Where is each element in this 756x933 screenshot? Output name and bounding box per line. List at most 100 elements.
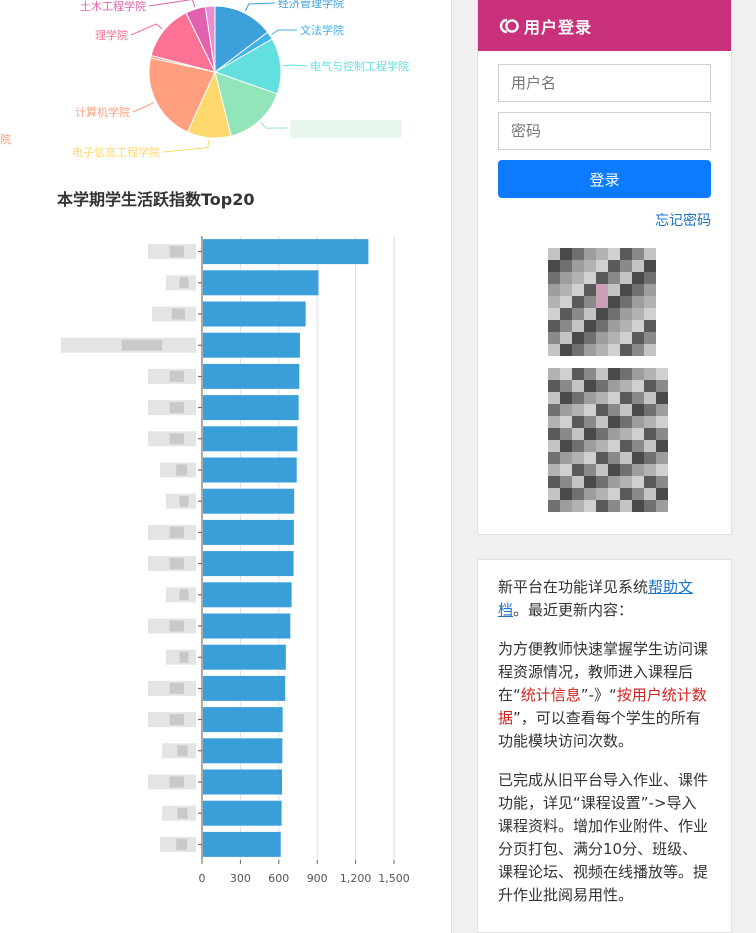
qr-cell bbox=[608, 440, 620, 452]
bar[interactable] bbox=[203, 738, 283, 764]
bar[interactable] bbox=[203, 613, 291, 639]
qr-cell bbox=[596, 308, 608, 320]
bar[interactable] bbox=[203, 301, 306, 327]
qr-cell bbox=[644, 404, 656, 416]
pie-label-line bbox=[260, 121, 288, 129]
qr-cell bbox=[548, 296, 560, 308]
bar[interactable] bbox=[203, 426, 298, 452]
qr-cell bbox=[560, 368, 572, 380]
qr-cell bbox=[584, 368, 596, 380]
qr-cell bbox=[560, 392, 572, 404]
qr-cell bbox=[560, 260, 572, 272]
qr-cell bbox=[548, 368, 560, 380]
x-tick-label: 1,200 bbox=[340, 872, 372, 885]
qr-cell bbox=[584, 380, 596, 392]
bar[interactable] bbox=[203, 488, 295, 514]
x-tick-label: 300 bbox=[230, 872, 251, 885]
qr-cell bbox=[608, 272, 620, 284]
bar[interactable] bbox=[203, 831, 281, 857]
bar[interactable] bbox=[203, 519, 294, 545]
qr-cell bbox=[548, 320, 560, 332]
qr-cell bbox=[632, 488, 644, 500]
qr-cell bbox=[608, 404, 620, 416]
bar[interactable] bbox=[203, 395, 299, 421]
category-label-redacted bbox=[169, 246, 184, 258]
qr-cell bbox=[560, 308, 572, 320]
qr-cell bbox=[632, 404, 644, 416]
bar[interactable] bbox=[203, 707, 283, 733]
qr-cell bbox=[560, 428, 572, 440]
qr-cell bbox=[656, 488, 668, 500]
qr-cell bbox=[572, 500, 584, 512]
bar[interactable] bbox=[203, 644, 286, 670]
qr-cell bbox=[596, 416, 608, 428]
bar[interactable] bbox=[203, 457, 297, 483]
qr-cell bbox=[596, 248, 608, 260]
qr-cell bbox=[656, 368, 668, 380]
qr-cell bbox=[608, 428, 620, 440]
bar[interactable] bbox=[203, 332, 300, 358]
qr-cell bbox=[620, 500, 632, 512]
login-title: 用户登录 bbox=[524, 17, 593, 37]
qr-cell bbox=[620, 344, 632, 356]
x-tick-label: 600 bbox=[268, 872, 289, 885]
username-input[interactable] bbox=[498, 64, 711, 102]
qr-cell bbox=[584, 392, 596, 404]
bar[interactable] bbox=[203, 769, 282, 795]
qr-cell bbox=[632, 260, 644, 272]
pie-label: 电子信息工程学院 bbox=[72, 145, 160, 159]
pie-label: 经济管理学院 bbox=[278, 0, 344, 10]
category-label-redacted bbox=[177, 745, 188, 757]
qr-cell bbox=[656, 500, 668, 512]
bar[interactable] bbox=[203, 675, 286, 701]
bar[interactable] bbox=[203, 239, 369, 265]
qr-cell bbox=[584, 272, 596, 284]
bar[interactable] bbox=[203, 363, 300, 389]
login-panel: 用户登录 登录 忘记密码 bbox=[477, 0, 732, 535]
qr-cell bbox=[560, 296, 572, 308]
qr-cell bbox=[608, 320, 620, 332]
forgot-password-link[interactable]: 忘记密码 bbox=[655, 210, 711, 230]
qr-cell bbox=[632, 368, 644, 380]
login-button[interactable]: 登录 bbox=[498, 160, 711, 198]
bar-chart-title: 本学期学生活跃指数Top20 bbox=[57, 190, 255, 209]
qr-cell bbox=[656, 464, 668, 476]
qr-cell bbox=[608, 284, 620, 296]
pie-label: 土木工程学院 bbox=[80, 0, 146, 13]
qr-cell bbox=[548, 476, 560, 488]
qr-cell bbox=[548, 464, 560, 476]
password-input[interactable] bbox=[498, 112, 711, 150]
bar[interactable] bbox=[203, 582, 292, 608]
pie-label-line bbox=[132, 101, 155, 113]
pie-label-line bbox=[162, 139, 210, 153]
qr-cell bbox=[548, 308, 560, 320]
category-label-redacted bbox=[121, 339, 163, 351]
qr-cell bbox=[608, 368, 620, 380]
qr-cell bbox=[632, 464, 644, 476]
qr-cell bbox=[572, 404, 584, 416]
qr-cell bbox=[644, 476, 656, 488]
qr-cell bbox=[596, 440, 608, 452]
qr-cell bbox=[620, 464, 632, 476]
bar[interactable] bbox=[203, 551, 294, 577]
qr-cell bbox=[644, 428, 656, 440]
qr-cell bbox=[596, 464, 608, 476]
qr-cell bbox=[548, 272, 560, 284]
qr-cell bbox=[596, 488, 608, 500]
qr-cell bbox=[644, 260, 656, 272]
qr-cell bbox=[560, 416, 572, 428]
activity-bar-chart: 0 300 600 900 1,200 1,500 bbox=[61, 236, 410, 885]
qr-cell bbox=[644, 308, 656, 320]
qr-cell bbox=[644, 416, 656, 428]
category-label-redacted bbox=[169, 620, 184, 632]
qr-cell bbox=[620, 488, 632, 500]
bar[interactable] bbox=[203, 800, 282, 826]
pie-label-cut: 院 bbox=[0, 132, 11, 146]
bar[interactable] bbox=[203, 270, 319, 296]
qr-cell bbox=[548, 428, 560, 440]
platform-logo-icon bbox=[499, 18, 519, 33]
category-label-redacted bbox=[179, 495, 189, 507]
qr-cell bbox=[572, 248, 584, 260]
qr-cell bbox=[644, 272, 656, 284]
category-label-redacted bbox=[176, 464, 187, 476]
